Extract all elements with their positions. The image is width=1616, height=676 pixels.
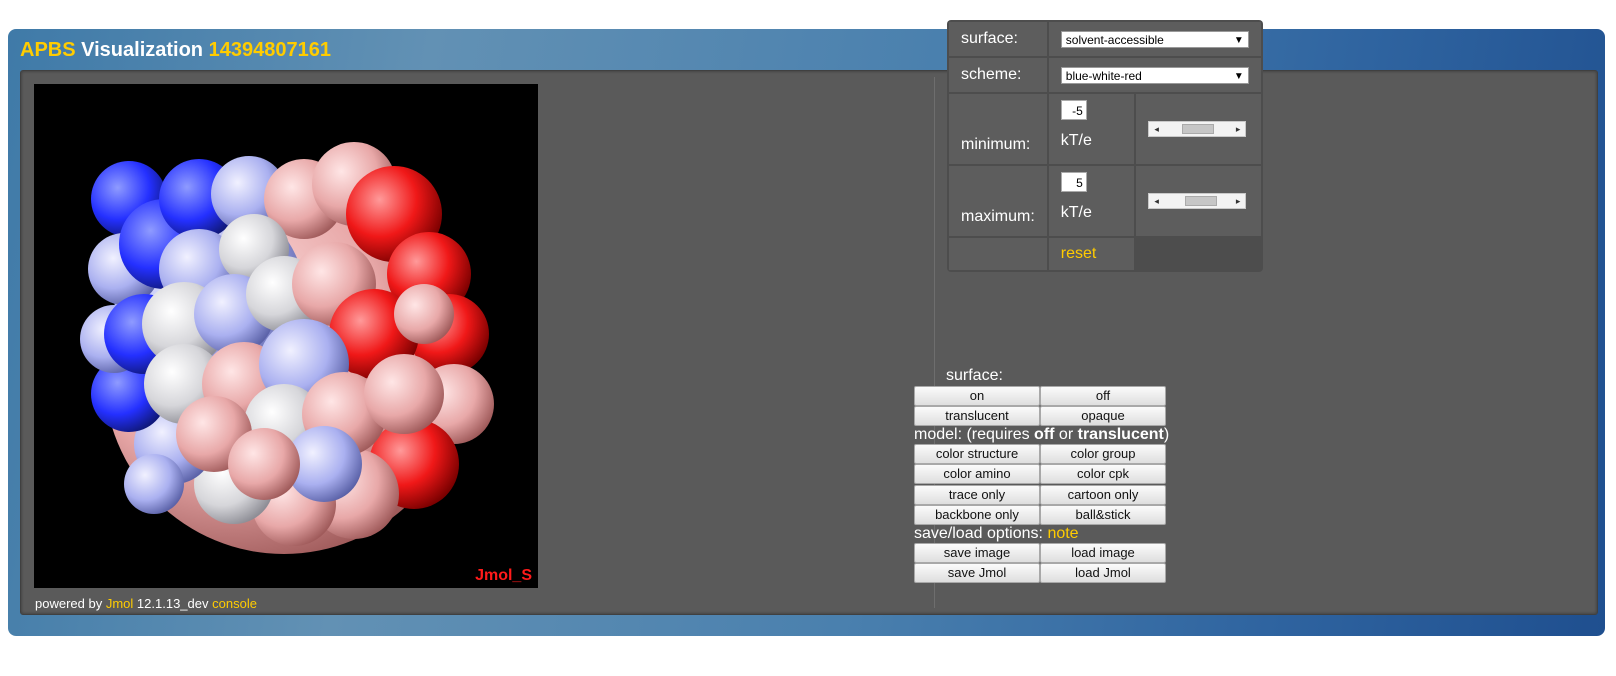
saveload-note-link[interactable]: note xyxy=(1047,525,1078,542)
surface-off-button[interactable]: off xyxy=(1040,386,1166,406)
minimum-slider-cell: ◂ ▸ xyxy=(1136,94,1261,164)
color-group-button[interactable]: color group xyxy=(1040,444,1166,464)
minimum-unit: kT/e xyxy=(1060,132,1092,149)
title-prefix: APBS xyxy=(20,39,76,61)
reset-cell: reset xyxy=(1048,238,1135,270)
minimum-label: minimum: xyxy=(949,94,1047,164)
surface-translucent-button[interactable]: translucent xyxy=(914,406,1040,426)
load-jmol-button[interactable]: load Jmol xyxy=(1040,563,1166,583)
console-link[interactable]: console xyxy=(212,596,257,611)
save-jmol-button[interactable]: save Jmol xyxy=(914,563,1040,583)
maximum-input[interactable]: 5 xyxy=(1060,172,1087,192)
cartoon-only-button[interactable]: cartoon only xyxy=(1040,485,1166,505)
maximum-label: maximum: xyxy=(949,166,1047,236)
molecule-surface-image xyxy=(80,142,494,554)
maximum-slider-cell: ◂ ▸ xyxy=(1136,166,1261,236)
surface-type-cell: solvent-accessible ▼ xyxy=(1048,22,1261,56)
jmol-viewer-label: Jmol_S xyxy=(475,567,532,584)
app-frame: APBS Visualization 14394807161 Jmol_S po… xyxy=(8,29,1605,636)
minimum-cell: -5 kT/e xyxy=(1048,94,1135,164)
jmol-version: 12.1.13_dev xyxy=(136,596,209,611)
display-controls-table: surface: solvent-accessible ▼ scheme: bl… xyxy=(947,20,1263,272)
surface-section-heading: surface: xyxy=(946,367,1003,384)
powered-by-line: powered by Jmol 12.1.13_dev console xyxy=(35,596,257,611)
color-structure-button[interactable]: color structure xyxy=(914,444,1040,464)
model-heading-off: off xyxy=(1034,426,1055,443)
scheme-cell: blue-white-red ▼ xyxy=(1048,58,1261,92)
maximum-cell: 5 kT/e xyxy=(1048,166,1135,236)
model-section-heading: model: (requires off or translucent) xyxy=(914,426,1169,444)
save-image-button[interactable]: save image xyxy=(914,543,1040,563)
jmol-link[interactable]: Jmol xyxy=(106,596,133,611)
backbone-only-button[interactable]: backbone only xyxy=(914,505,1040,525)
saveload-heading-text: save/load options: xyxy=(914,525,1043,542)
minimum-input[interactable]: -5 xyxy=(1060,100,1087,120)
slider-left-arrow-icon[interactable]: ◂ xyxy=(1154,122,1159,136)
reset-empty-cell xyxy=(1136,238,1260,270)
model-heading-mid: or xyxy=(1054,426,1078,443)
scheme-value: blue-white-red xyxy=(1065,68,1142,83)
surface-on-button[interactable]: on xyxy=(914,386,1040,406)
ball-stick-button[interactable]: ball&stick xyxy=(1040,505,1166,525)
surface-opaque-button[interactable]: opaque xyxy=(1040,406,1166,426)
dropdown-arrow-icon: ▼ xyxy=(1233,34,1244,46)
title-main: Visualization xyxy=(81,39,204,61)
load-image-button[interactable]: load image xyxy=(1040,543,1166,563)
surface-type-select[interactable]: solvent-accessible ▼ xyxy=(1060,30,1249,48)
maximum-slider-thumb[interactable] xyxy=(1185,196,1218,206)
color-cpk-button[interactable]: color cpk xyxy=(1040,464,1166,484)
slider-right-arrow-icon[interactable]: ▸ xyxy=(1236,122,1241,136)
surface-type-label: surface: xyxy=(949,22,1047,56)
reset-link[interactable]: reset xyxy=(1061,245,1097,262)
model-heading-prefix: model: (requires xyxy=(914,426,1035,443)
color-amino-button[interactable]: color amino xyxy=(914,464,1040,484)
main-panel: Jmol_S powered by Jmol 12.1.13_dev conso… xyxy=(20,70,1598,615)
reset-spacer xyxy=(949,238,1047,270)
page-title: APBS Visualization 14394807161 xyxy=(20,39,331,62)
slider-left-arrow-icon[interactable]: ◂ xyxy=(1154,194,1159,208)
powered-by-text: powered by xyxy=(35,596,103,611)
minimum-slider[interactable]: ◂ ▸ xyxy=(1148,121,1247,137)
saveload-section-heading: save/load options: note xyxy=(914,525,1079,543)
scheme-label: scheme: xyxy=(949,58,1047,92)
scheme-select[interactable]: blue-white-red ▼ xyxy=(1060,66,1249,84)
model-heading-suffix: ) xyxy=(1163,426,1170,443)
model-heading-translucent: translucent xyxy=(1077,426,1164,443)
maximum-slider[interactable]: ◂ ▸ xyxy=(1148,193,1247,209)
minimum-slider-thumb[interactable] xyxy=(1182,124,1215,134)
job-id: 14394807161 xyxy=(208,39,331,61)
slider-right-arrow-icon[interactable]: ▸ xyxy=(1236,194,1241,208)
jmol-viewer[interactable]: Jmol_S xyxy=(34,84,538,588)
dropdown-arrow-icon: ▼ xyxy=(1233,70,1244,82)
trace-only-button[interactable]: trace only xyxy=(914,485,1040,505)
maximum-unit: kT/e xyxy=(1060,204,1092,221)
surface-type-value: solvent-accessible xyxy=(1065,32,1164,47)
